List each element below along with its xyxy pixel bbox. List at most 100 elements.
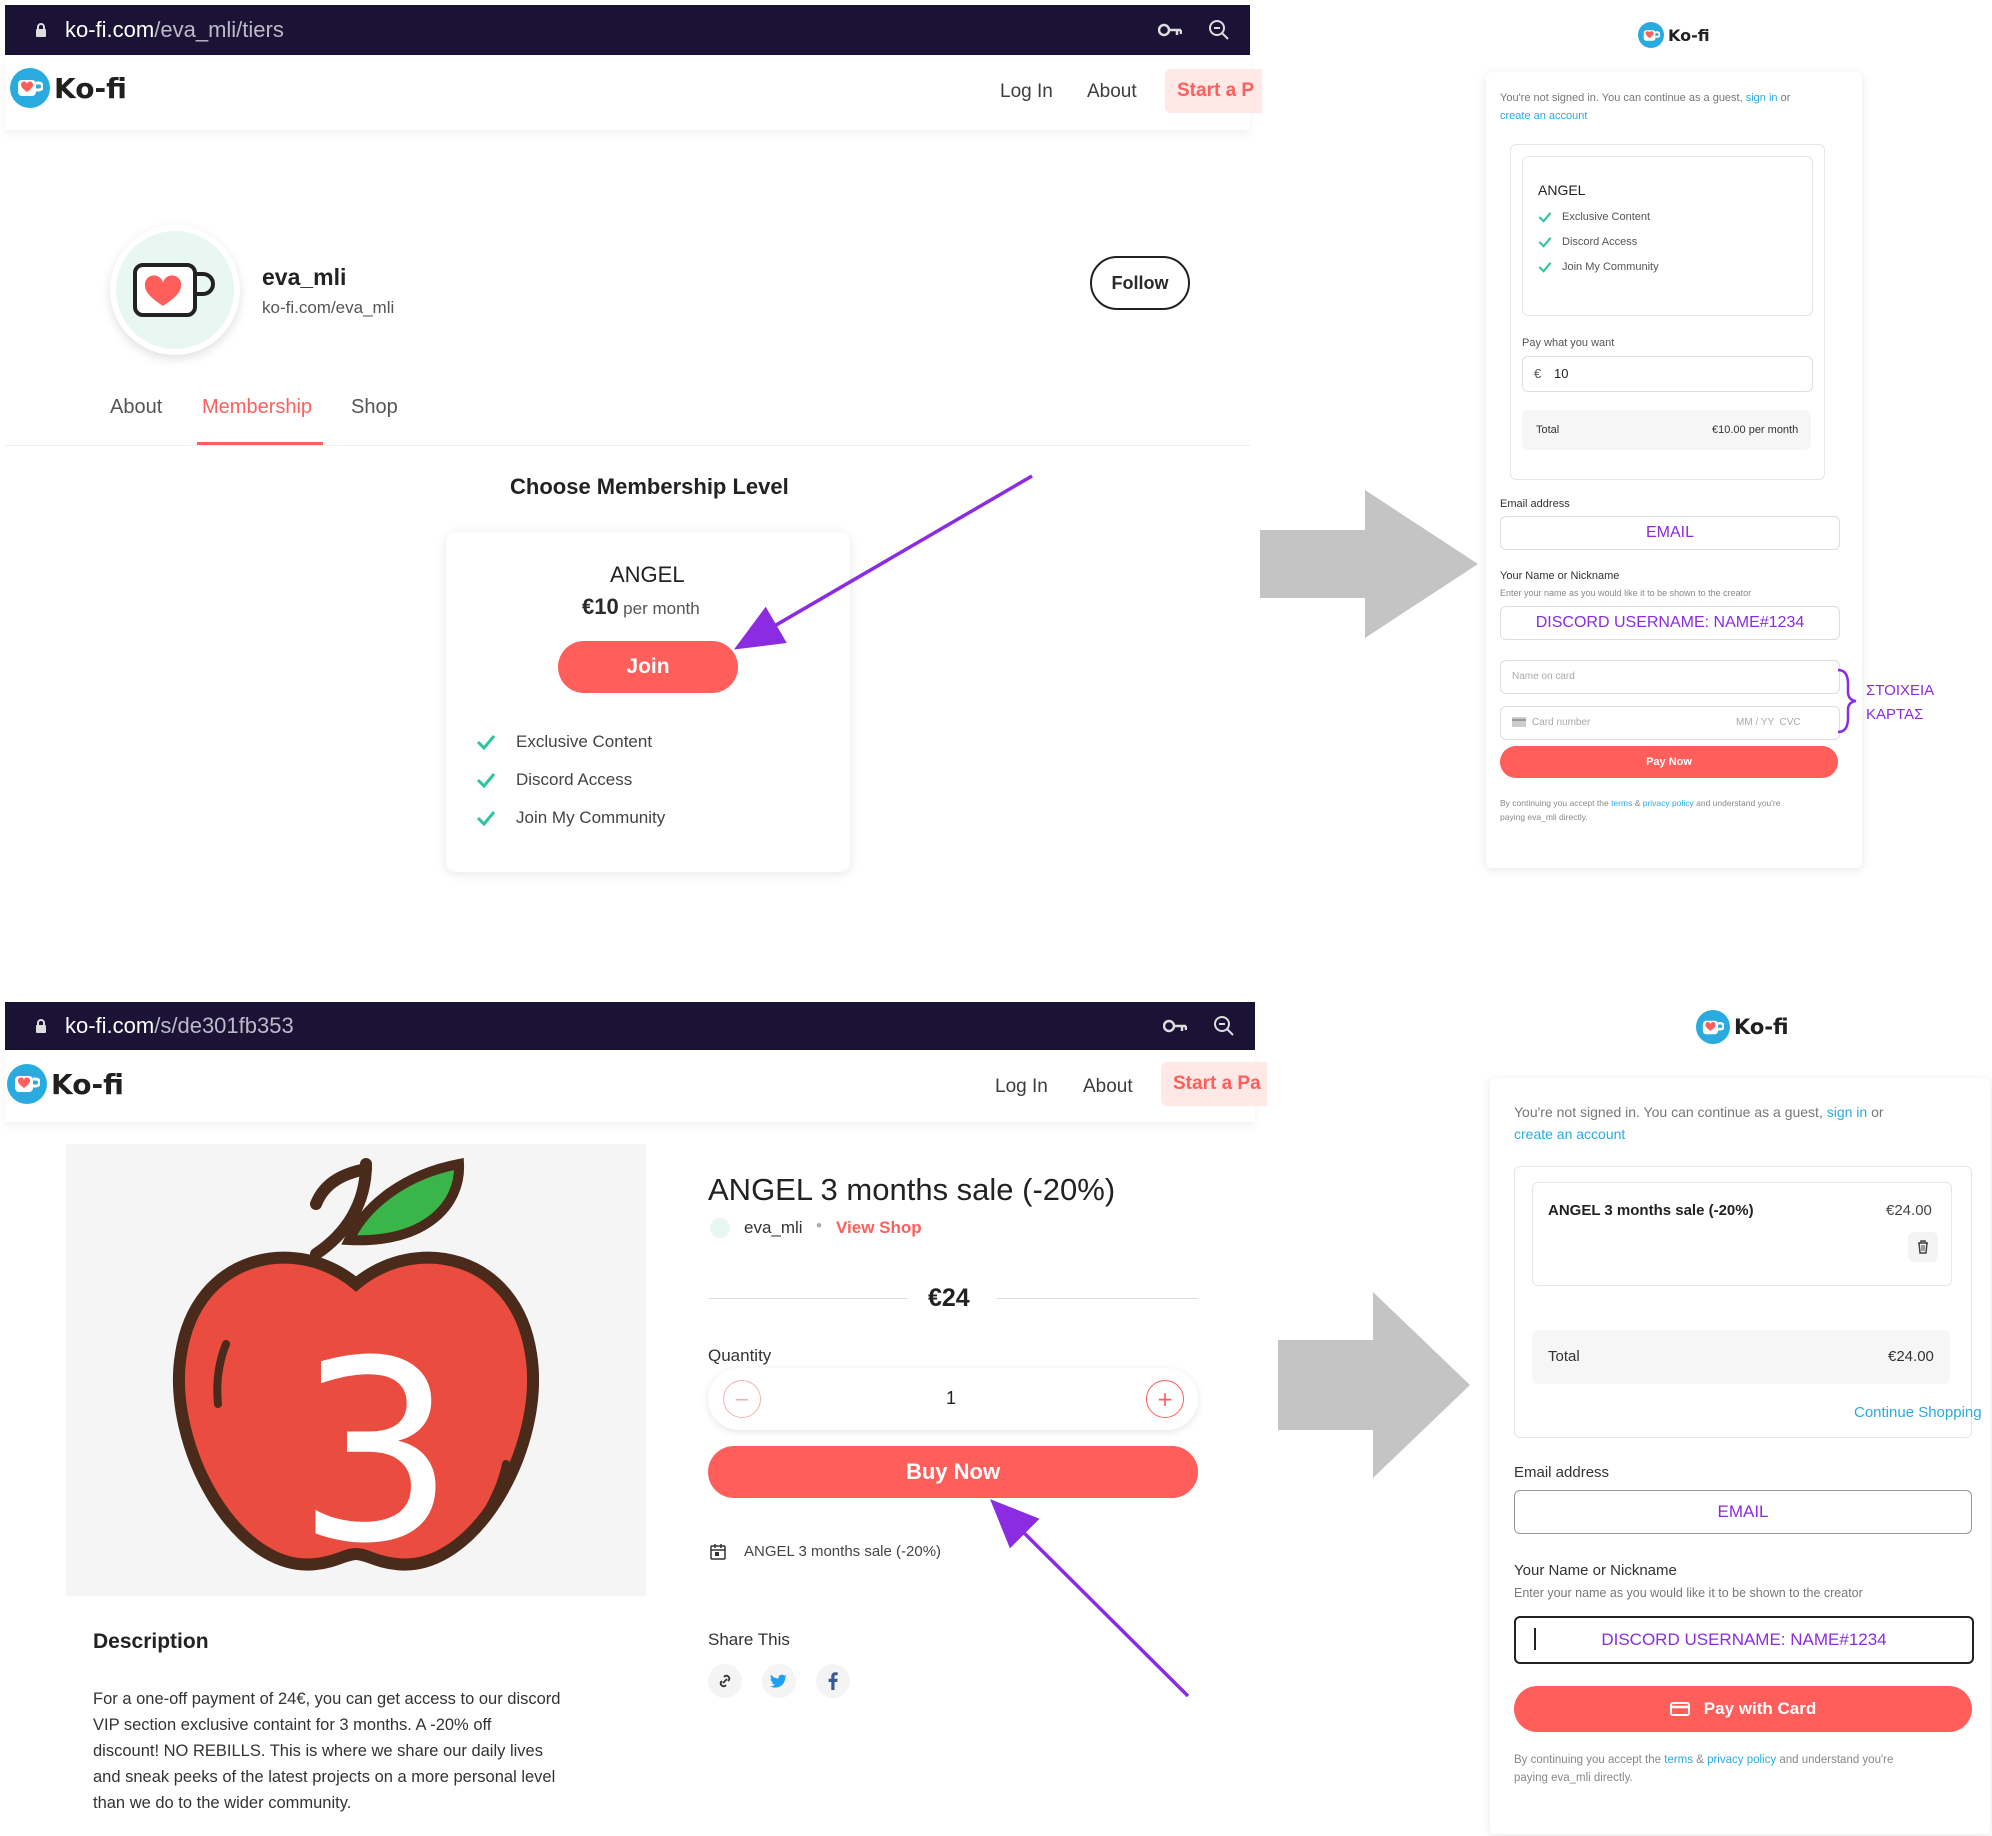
panel-shop-checkout: Ko-fi You're not signed in. You can cont… (1480, 996, 1992, 1836)
check-icon (1538, 262, 1552, 273)
privacy-policy-link[interactable]: privacy policy (1643, 798, 1694, 808)
name-label: Your Name or Nickname (1500, 570, 1620, 582)
total-label: Total (1536, 424, 1560, 436)
product-image: 3 (66, 1144, 646, 1598)
view-shop-link[interactable]: View Shop (836, 1218, 922, 1238)
link-icon (719, 1674, 731, 1688)
name-label: Your Name or Nickname (1514, 1562, 1677, 1579)
total-value: €24.00 (1888, 1348, 1934, 1365)
email-value: EMAIL (1645, 524, 1694, 541)
product-title: ANGEL 3 months sale (-20%) (708, 1172, 1116, 1207)
seller-name[interactable]: eva_mli (744, 1218, 803, 1238)
email-label: Email address (1500, 498, 1570, 510)
terms-notice: By continuing you accept the terms & pri… (1500, 798, 1781, 808)
continue-shopping-link[interactable]: Continue Shopping (1854, 1404, 1982, 1421)
pay-now-button[interactable]: Pay Now (1500, 746, 1838, 778)
name-value: DISCORD USERNAME: NAME#1234 (1535, 614, 1805, 631)
card-annotation-label: ΚΑΡΤΑΣ (1866, 706, 1924, 723)
privacy-policy-link[interactable]: privacy policy (1707, 1754, 1776, 1766)
email-input[interactable]: EMAIL (1514, 1490, 1972, 1534)
cart-item-price: €24.00 (1886, 1202, 1932, 1219)
tier-feature: Discord Access (1562, 236, 1638, 248)
check-icon (1538, 212, 1552, 223)
cart-item-name: ANGEL 3 months sale (-20%) (1548, 1202, 1754, 1219)
terms-link[interactable]: terms (1664, 1754, 1693, 1766)
facebook-icon (828, 1672, 838, 1690)
check-icon (1538, 237, 1552, 248)
kofi-cup-icon (1638, 22, 1664, 48)
buy-now-button[interactable]: Buy Now (708, 1446, 1198, 1498)
currency-symbol: € (1534, 366, 1542, 381)
kofi-logo[interactable]: Ko-fi (7, 1064, 124, 1104)
panel-shop-product: ko-fi.com/s/de301fb353 Ko-fi Log In Abou… (0, 996, 1267, 1836)
card-number-placeholder: Card number (1532, 717, 1591, 728)
browser-url-bar[interactable]: ko-fi.com/s/de301fb353 (5, 1002, 1255, 1050)
total-value: €10.00 per month (1712, 424, 1799, 436)
zoom-icon[interactable] (1213, 1015, 1235, 1037)
price-divider-left (708, 1298, 908, 1299)
share-facebook-button[interactable] (816, 1664, 850, 1698)
create-account-link[interactable]: create an account (1500, 110, 1587, 122)
kofi-logo: Ko-fi (1638, 22, 1710, 48)
text-cursor (1534, 1628, 1536, 1650)
description-line: than we do to the wider community. (93, 1794, 352, 1812)
terms-notice-line2: paying eva_mli directly. (1500, 812, 1588, 822)
remove-item-button[interactable] (1908, 1232, 1938, 1262)
navbar: Ko-fi Log In About Start a Pa (5, 1050, 1267, 1122)
terms-link[interactable]: terms (1611, 798, 1632, 808)
sign-in-link[interactable]: sign in (1746, 92, 1778, 104)
card-expiry-placeholder: MM / YY CVC (1736, 717, 1801, 728)
pay-with-card-button[interactable]: Pay with Card (1514, 1686, 1972, 1732)
description-line: discount! NO REBILLS. This is where we s… (93, 1742, 543, 1760)
twitter-icon (770, 1674, 787, 1688)
description-line: VIP section exclusive containt for 3 mon… (93, 1716, 492, 1734)
item-line: ANGEL 3 months sale (-20%) (744, 1543, 942, 1560)
email-label: Email address (1514, 1464, 1610, 1481)
terms-notice-line2: paying eva_mli directly. (1514, 1772, 1633, 1784)
kofi-cup-icon (7, 1064, 47, 1104)
quantity-decrease-button[interactable]: − (723, 1380, 761, 1418)
kofi-wordmark: Ko-fi (1734, 1015, 1789, 1039)
quantity-increase-button[interactable]: + (1146, 1380, 1184, 1418)
apple-icon: 3 (173, 1158, 539, 1598)
start-page-button[interactable]: Start a Pa (1161, 1062, 1267, 1106)
flow-arrow-icon (1260, 490, 1478, 638)
name-hint: Enter your name as you would like it to … (1514, 1586, 1863, 1600)
share-twitter-button[interactable] (762, 1664, 796, 1698)
email-value: EMAIL (1717, 1502, 1769, 1521)
card-name-placeholder: Name on card (1512, 671, 1575, 682)
email-input[interactable]: EMAIL (1500, 516, 1840, 550)
share-link-button[interactable] (708, 1664, 742, 1698)
terms-notice: By continuing you accept the terms & pri… (1514, 1754, 1894, 1766)
create-account-link[interactable]: create an account (1514, 1126, 1625, 1142)
product-price: €24 (928, 1284, 970, 1312)
quantity-value[interactable]: 1 (946, 1388, 956, 1409)
trash-icon (1918, 1240, 1928, 1254)
tier-feature: Exclusive Content (1562, 211, 1651, 223)
card-annotation-label: ΣΤΟΙΧΕΙΑ (1866, 682, 1935, 699)
nav-login-link[interactable]: Log In (995, 1076, 1048, 1098)
separator-dot: • (816, 1216, 822, 1235)
credit-card-icon (1669, 1702, 1690, 1716)
apple-number: 3 (296, 1307, 455, 1596)
guest-notice: You're not signed in. You can continue a… (1514, 1104, 1884, 1120)
brace-annotation (1837, 668, 1857, 734)
name-hint: Enter your name as you would like it to … (1500, 588, 1752, 598)
tier-feature: Join My Community (1562, 261, 1659, 273)
nav-about-link[interactable]: About (1083, 1076, 1133, 1098)
kofi-logo: Ko-fi (1696, 1010, 1789, 1044)
guest-notice: You're not signed in. You can continue a… (1500, 92, 1791, 104)
key-icon[interactable] (1163, 1019, 1187, 1033)
pay-what-you-want-label: Pay what you want (1522, 337, 1615, 349)
card-icon (1512, 717, 1526, 727)
name-value: DISCORD USERNAME: NAME#1234 (1601, 1630, 1887, 1649)
kofi-wordmark: Ko-fi (1668, 25, 1710, 45)
calendar-icon (710, 1544, 726, 1560)
seller-avatar (710, 1218, 730, 1238)
flow-arrow-icon (1278, 1292, 1470, 1478)
description-line: For a one-off payment of 24€, you can ge… (93, 1690, 561, 1708)
total-label: Total (1548, 1348, 1580, 1365)
name-input[interactable]: DISCORD USERNAME: NAME#1234 (1514, 1616, 1974, 1664)
sign-in-link[interactable]: sign in (1827, 1104, 1867, 1120)
name-input[interactable]: DISCORD USERNAME: NAME#1234 (1500, 606, 1840, 640)
